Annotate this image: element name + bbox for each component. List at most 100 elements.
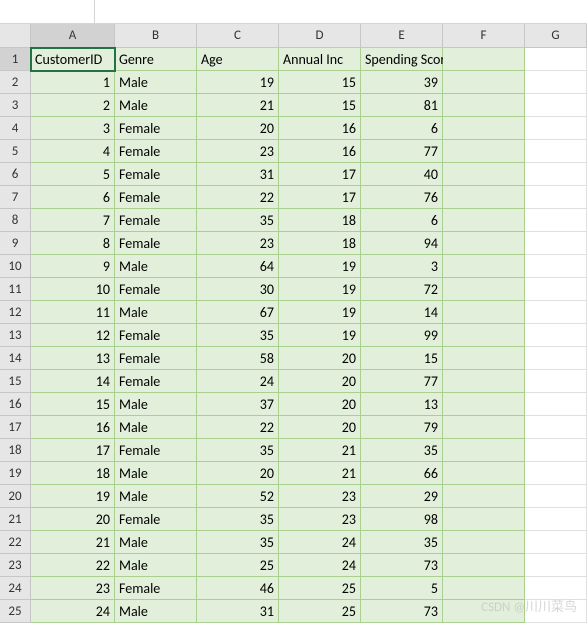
cell-C21[interactable]: 35 xyxy=(197,508,279,531)
cell-B24[interactable]: Female xyxy=(115,577,197,600)
cell-F13[interactable] xyxy=(443,324,525,347)
cell-D1[interactable]: Annual Inc xyxy=(279,48,361,71)
row-header-18[interactable]: 18 xyxy=(0,439,31,462)
cell-D17[interactable]: 20 xyxy=(279,416,361,439)
cell-A14[interactable]: 13 xyxy=(31,347,115,370)
cell-D8[interactable]: 18 xyxy=(279,209,361,232)
cell-A17[interactable]: 16 xyxy=(31,416,115,439)
cell-D4[interactable]: 16 xyxy=(279,117,361,140)
cell-E4[interactable]: 6 xyxy=(361,117,443,140)
row-header-16[interactable]: 16 xyxy=(0,393,31,416)
cell-F20[interactable] xyxy=(443,485,525,508)
cell-E11[interactable]: 72 xyxy=(361,278,443,301)
cell-A23[interactable]: 22 xyxy=(31,554,115,577)
row-header-17[interactable]: 17 xyxy=(0,416,31,439)
cell-D12[interactable]: 19 xyxy=(279,301,361,324)
cell-F1[interactable] xyxy=(443,48,525,71)
cell-D2[interactable]: 15 xyxy=(279,71,361,94)
cell-D11[interactable]: 19 xyxy=(279,278,361,301)
row-header-14[interactable]: 14 xyxy=(0,347,31,370)
cell-A10[interactable]: 9 xyxy=(31,255,115,278)
cell-E16[interactable]: 13 xyxy=(361,393,443,416)
cell-A3[interactable]: 2 xyxy=(31,94,115,117)
cell-C5[interactable]: 23 xyxy=(197,140,279,163)
cell-A5[interactable]: 4 xyxy=(31,140,115,163)
cell-B14[interactable]: Female xyxy=(115,347,197,370)
cell-A1[interactable]: CustomerID xyxy=(31,48,115,71)
cell-B12[interactable]: Male xyxy=(115,301,197,324)
cell-D9[interactable]: 18 xyxy=(279,232,361,255)
cell-B5[interactable]: Female xyxy=(115,140,197,163)
cell-D6[interactable]: 17 xyxy=(279,163,361,186)
cell-E10[interactable]: 3 xyxy=(361,255,443,278)
cell-E7[interactable]: 76 xyxy=(361,186,443,209)
row-header-21[interactable]: 21 xyxy=(0,508,31,531)
cell-B25[interactable]: Male xyxy=(115,600,197,623)
row-header-19[interactable]: 19 xyxy=(0,462,31,485)
cell-G15[interactable] xyxy=(525,370,587,393)
cell-G5[interactable] xyxy=(525,140,587,163)
select-all-corner[interactable] xyxy=(0,24,31,48)
cell-G24[interactable] xyxy=(525,577,587,600)
cell-A8[interactable]: 7 xyxy=(31,209,115,232)
cell-F6[interactable] xyxy=(443,163,525,186)
cell-G23[interactable] xyxy=(525,554,587,577)
cell-A13[interactable]: 12 xyxy=(31,324,115,347)
cell-D16[interactable]: 20 xyxy=(279,393,361,416)
cell-C3[interactable]: 21 xyxy=(197,94,279,117)
row-header-15[interactable]: 15 xyxy=(0,370,31,393)
cell-C9[interactable]: 23 xyxy=(197,232,279,255)
column-header-A[interactable]: A xyxy=(31,24,115,48)
cell-B11[interactable]: Female xyxy=(115,278,197,301)
cell-F4[interactable] xyxy=(443,117,525,140)
cell-E2[interactable]: 39 xyxy=(361,71,443,94)
cell-B16[interactable]: Male xyxy=(115,393,197,416)
cell-C16[interactable]: 37 xyxy=(197,393,279,416)
cell-G9[interactable] xyxy=(525,232,587,255)
cell-D15[interactable]: 20 xyxy=(279,370,361,393)
row-header-8[interactable]: 8 xyxy=(0,209,31,232)
row-header-23[interactable]: 23 xyxy=(0,554,31,577)
cell-B23[interactable]: Male xyxy=(115,554,197,577)
cell-E22[interactable]: 35 xyxy=(361,531,443,554)
cell-E12[interactable]: 14 xyxy=(361,301,443,324)
cell-A21[interactable]: 20 xyxy=(31,508,115,531)
cell-B4[interactable]: Female xyxy=(115,117,197,140)
cell-G8[interactable] xyxy=(525,209,587,232)
cell-G7[interactable] xyxy=(525,186,587,209)
cell-G10[interactable] xyxy=(525,255,587,278)
cell-A7[interactable]: 6 xyxy=(31,186,115,209)
cell-E5[interactable]: 77 xyxy=(361,140,443,163)
cell-B7[interactable]: Female xyxy=(115,186,197,209)
cell-E24[interactable]: 5 xyxy=(361,577,443,600)
cell-F9[interactable] xyxy=(443,232,525,255)
cell-E19[interactable]: 66 xyxy=(361,462,443,485)
cell-F14[interactable] xyxy=(443,347,525,370)
column-header-C[interactable]: C xyxy=(197,24,279,48)
cell-E17[interactable]: 79 xyxy=(361,416,443,439)
column-header-E[interactable]: E xyxy=(361,24,443,48)
cell-C20[interactable]: 52 xyxy=(197,485,279,508)
cell-C25[interactable]: 31 xyxy=(197,600,279,623)
cell-D18[interactable]: 21 xyxy=(279,439,361,462)
cell-D7[interactable]: 17 xyxy=(279,186,361,209)
cell-G13[interactable] xyxy=(525,324,587,347)
cell-E8[interactable]: 6 xyxy=(361,209,443,232)
row-header-7[interactable]: 7 xyxy=(0,186,31,209)
cell-G21[interactable] xyxy=(525,508,587,531)
cell-C11[interactable]: 30 xyxy=(197,278,279,301)
row-header-4[interactable]: 4 xyxy=(0,117,31,140)
cell-F3[interactable] xyxy=(443,94,525,117)
row-header-12[interactable]: 12 xyxy=(0,301,31,324)
cell-E13[interactable]: 99 xyxy=(361,324,443,347)
row-header-1[interactable]: 1 xyxy=(0,48,31,71)
cell-B22[interactable]: Male xyxy=(115,531,197,554)
cell-A16[interactable]: 15 xyxy=(31,393,115,416)
cell-C1[interactable]: Age xyxy=(197,48,279,71)
cell-F18[interactable] xyxy=(443,439,525,462)
cell-A9[interactable]: 8 xyxy=(31,232,115,255)
cell-A19[interactable]: 18 xyxy=(31,462,115,485)
cell-F22[interactable] xyxy=(443,531,525,554)
cell-A24[interactable]: 23 xyxy=(31,577,115,600)
column-header-G[interactable]: G xyxy=(525,24,587,48)
